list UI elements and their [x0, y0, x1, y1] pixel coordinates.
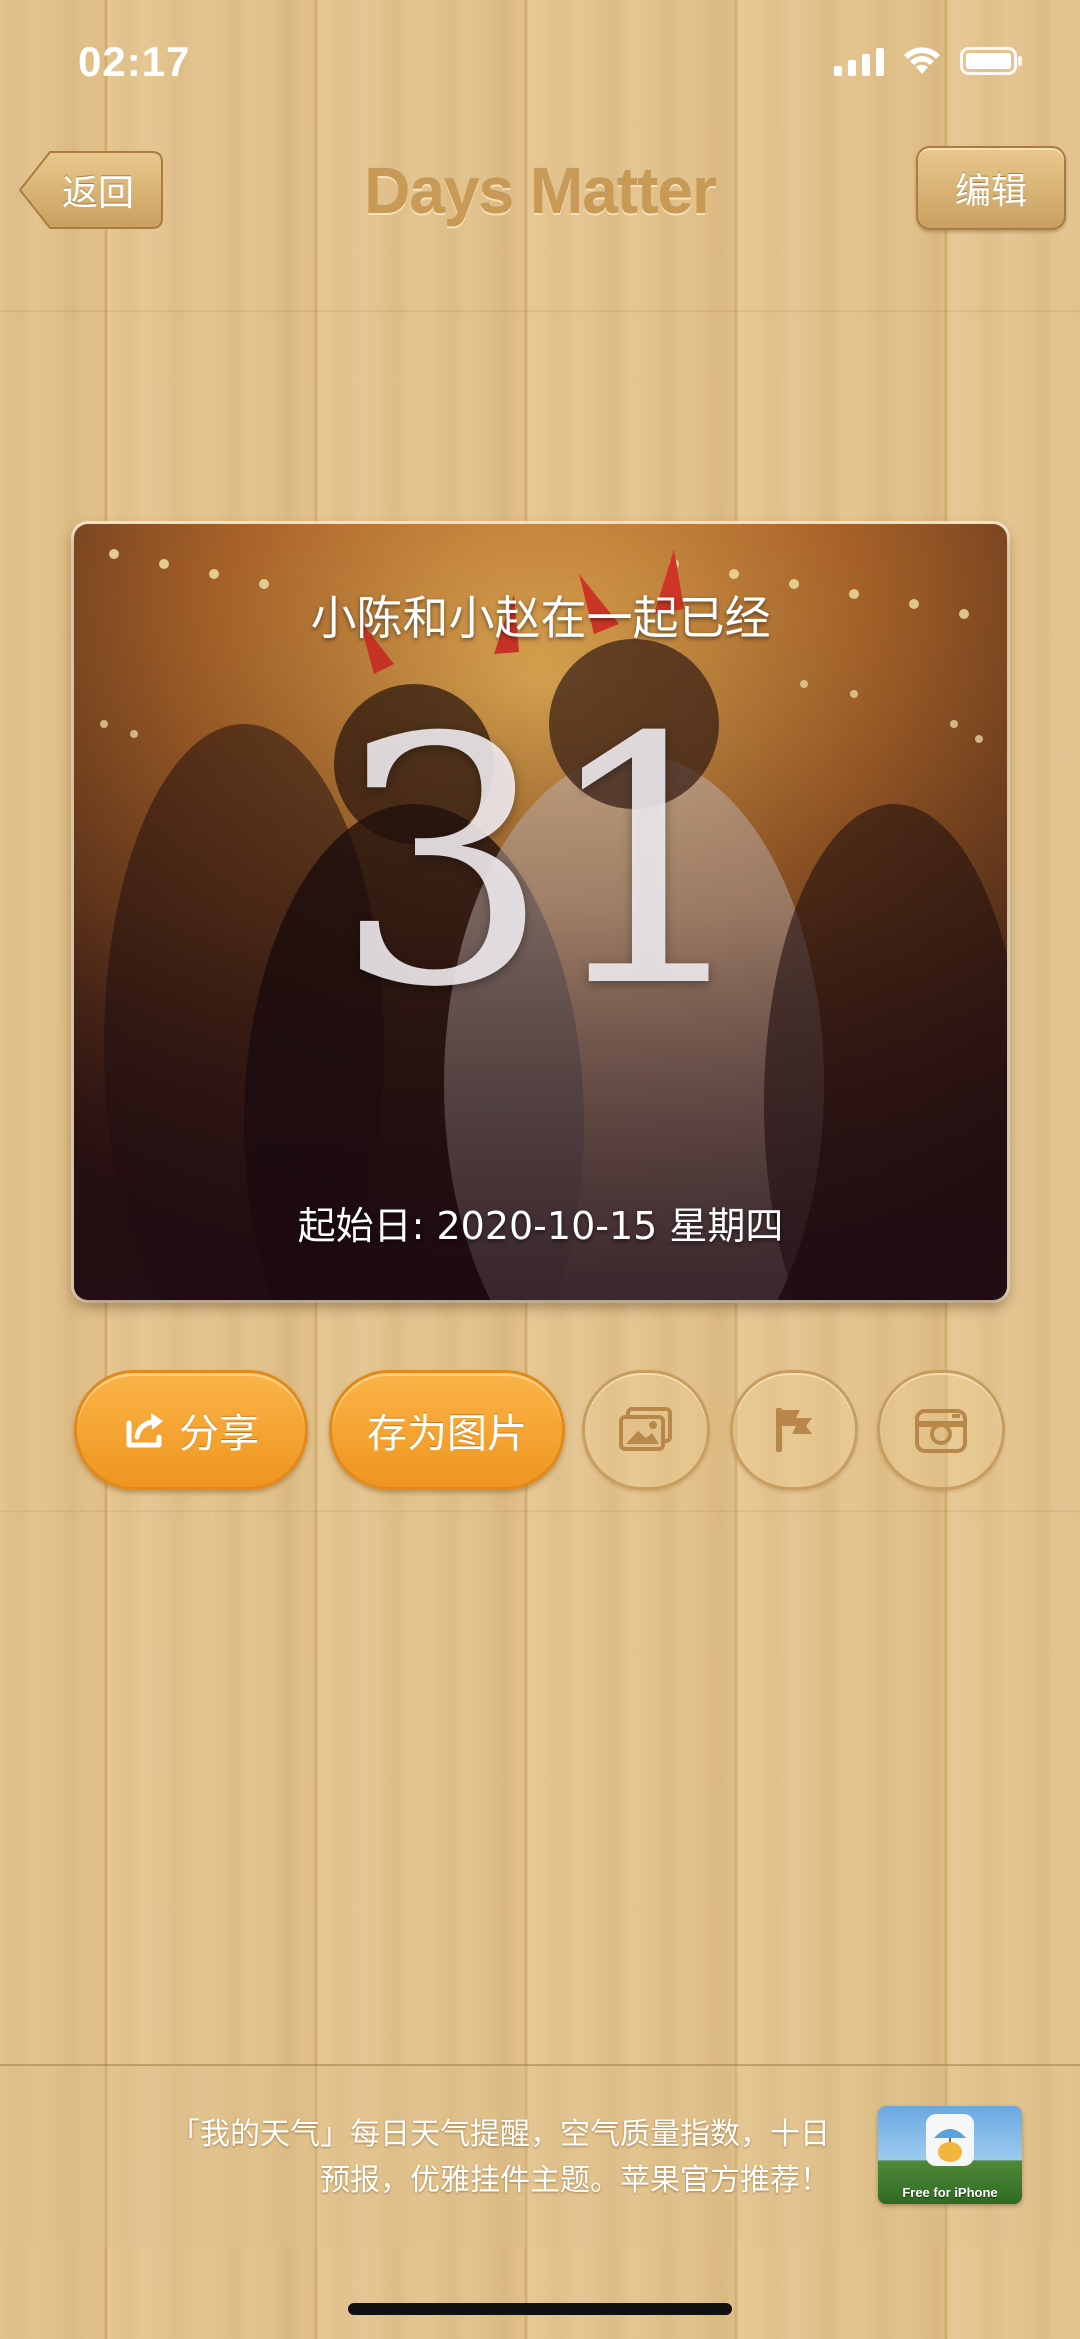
days-count: 31	[334, 666, 757, 1062]
save-image-button[interactable]: 存为图片	[329, 1370, 565, 1490]
camera-button[interactable]	[877, 1370, 1005, 1490]
start-date-label: 起始日: 2020-10-15 星期四	[297, 1204, 784, 1248]
home-indicator[interactable]	[348, 2303, 732, 2315]
share-button[interactable]: 分享	[74, 1370, 308, 1490]
ad-banner[interactable]: 「我的天气」每日天气提醒，空气质量指数，十日 预报，优雅挂件主题。苹果官方推荐！…	[0, 2064, 1080, 2246]
wifi-icon	[904, 47, 940, 74]
action-bar: 分享 存为图片	[74, 1370, 1009, 1494]
background-image-button[interactable]	[582, 1370, 710, 1490]
share-icon	[126, 1413, 163, 1448]
background-image-icon	[619, 1407, 672, 1451]
ad-text-line-2: 预报，优雅挂件主题。苹果官方推荐！	[320, 2163, 830, 2198]
status-icons	[834, 46, 1024, 76]
event-title: 小陈和小赵在一起已经	[310, 591, 771, 645]
ad-text: 「我的天气」每日天气提醒，空气质量指数，十日 预报，优雅挂件主题。苹果官方推荐！	[70, 2112, 830, 2204]
ad-text-line-1: 「我的天气」每日天气提醒，空气质量指数，十日	[170, 2117, 830, 2152]
flag-button[interactable]	[730, 1370, 858, 1490]
camera-icon	[915, 1409, 967, 1453]
event-card[interactable]: 小陈和小赵在一起已经 31 起始日: 2020-10-15 星期四	[74, 524, 1007, 1300]
navigation-bar: 返回 Days Matter 编辑	[0, 140, 1080, 240]
edit-button[interactable]: 编辑	[916, 146, 1066, 230]
weather-app-icon[interactable]: Free for iPhone	[878, 2106, 1022, 2204]
share-label: 分享	[179, 1411, 259, 1457]
flag-icon	[776, 1408, 812, 1452]
ad-icon-caption: Free for iPhone	[902, 2185, 998, 2200]
status-bar: 02:17	[0, 0, 1080, 120]
status-time: 02:17	[78, 38, 191, 85]
cellular-signal-icon	[834, 46, 884, 76]
battery-icon	[960, 47, 1022, 75]
